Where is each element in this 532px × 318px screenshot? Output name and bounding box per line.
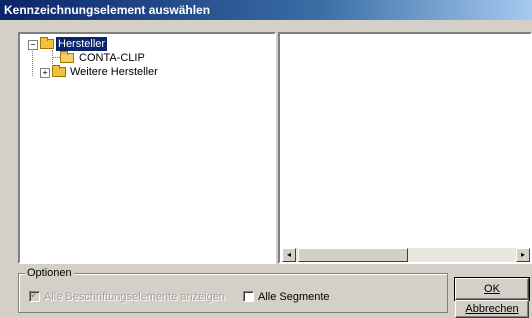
folder-icon (40, 37, 54, 49)
window-title: Kennzeichnungselement auswählen (0, 0, 532, 20)
tree-item-label[interactable]: Hersteller (54, 36, 109, 52)
scroll-left-icon[interactable]: ◂ (282, 248, 296, 262)
plus-box-icon[interactable]: + (40, 68, 50, 78)
options-group-title: Optionen (25, 267, 74, 279)
show-all-label: Alle Beschriftungselemente anzeigen (44, 291, 226, 303)
cancel-button-label: Abbrechen (465, 303, 519, 315)
show-all-option: Alle Beschriftungselemente anzeigen (29, 289, 226, 304)
tree-view[interactable]: − Hersteller CONTA-CLIP + Weitere Herste… (18, 32, 276, 264)
all-segments-label[interactable]: Alle Segmente (258, 291, 330, 303)
show-all-checkbox (29, 289, 40, 303)
tree-item-label[interactable]: Weitere Hersteller (68, 65, 160, 79)
cancel-button[interactable]: Abbrechen (455, 300, 529, 318)
all-segments-checkbox[interactable] (243, 290, 254, 302)
tree-item-label[interactable]: CONTA-CLIP (77, 51, 147, 65)
tree-item-hersteller[interactable]: − Hersteller (20, 36, 260, 52)
horizontal-scrollbar[interactable]: ◂ ▸ (282, 248, 530, 262)
ok-button[interactable]: OK (454, 277, 530, 301)
scroll-thumb[interactable] (298, 248, 408, 262)
tree-item-weitere-hersteller[interactable]: + Weitere Hersteller (20, 65, 260, 79)
options-group: Optionen Alle Beschriftungselemente anze… (18, 267, 448, 313)
ok-button-label: OK (484, 283, 500, 295)
folder-icon (52, 65, 66, 77)
minus-box-icon[interactable]: − (28, 40, 38, 50)
all-segments-option[interactable]: Alle Segmente (243, 290, 330, 304)
preview-panel: ◂ ▸ (278, 32, 532, 264)
tree-item-conta-clip[interactable]: CONTA-CLIP (20, 51, 260, 65)
folder-icon (60, 51, 74, 63)
scroll-right-icon[interactable]: ▸ (516, 248, 530, 262)
